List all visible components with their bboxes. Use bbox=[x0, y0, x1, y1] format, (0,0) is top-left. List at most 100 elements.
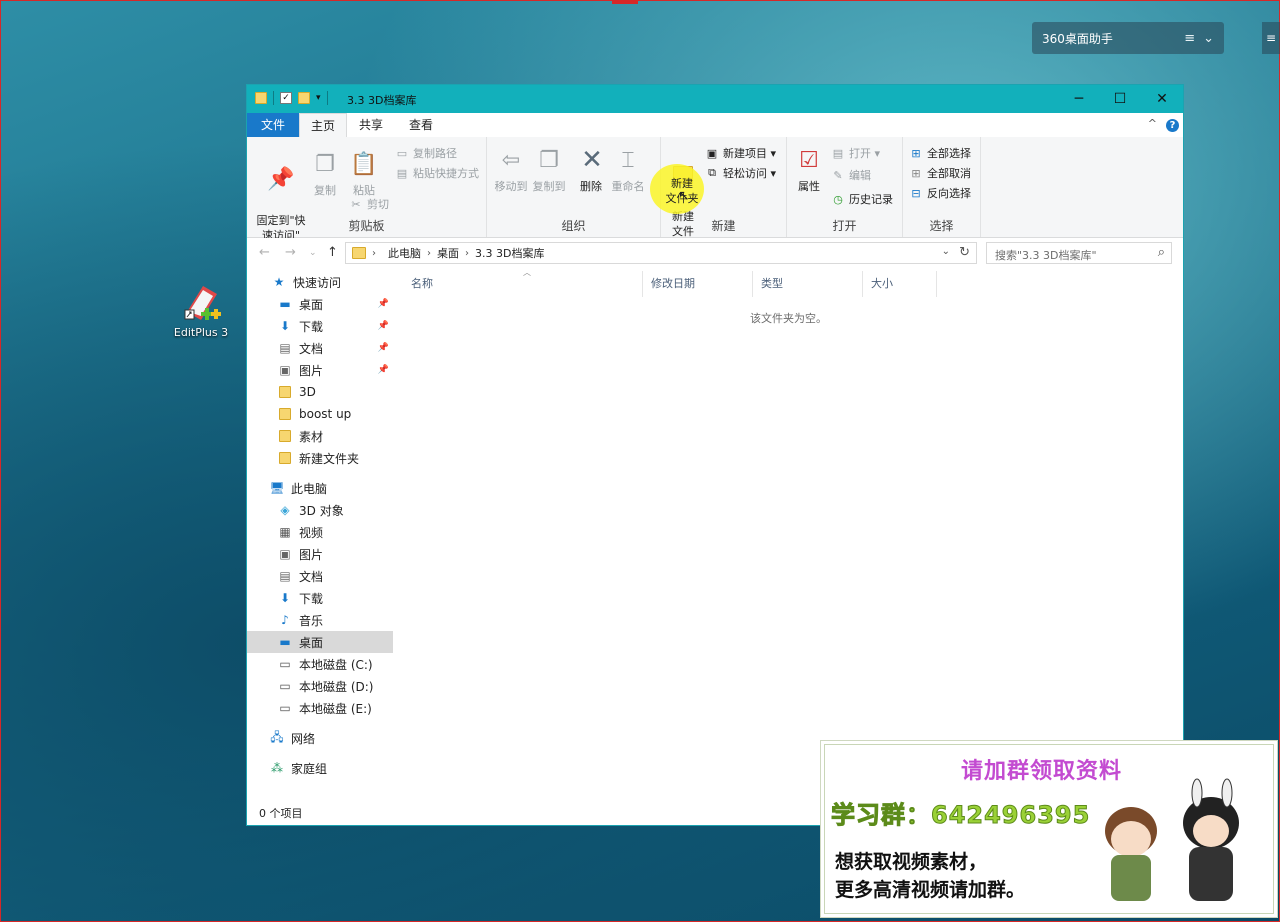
invert-selection-button[interactable]: ⊟ 反向选择 bbox=[909, 185, 971, 201]
nav-item-documents-pc[interactable]: ▤ 文档 bbox=[247, 565, 393, 587]
address-bar[interactable]: › 此电脑 › 桌面 › 3.3 3D档案库 ⌄ ↻ bbox=[345, 242, 977, 264]
column-name[interactable]: 名称 bbox=[403, 271, 643, 297]
copy-path-button[interactable]: ▭ 复制路径 bbox=[395, 145, 457, 161]
nav-label: 音乐 bbox=[299, 613, 324, 628]
copy-path-label: 复制路径 bbox=[413, 147, 457, 160]
nav-item-pictures-pc[interactable]: ▣ 图片 bbox=[247, 543, 393, 565]
nav-item-desktop[interactable]: ▬ 桌面 📌 bbox=[247, 293, 393, 315]
nav-item-pictures[interactable]: ▣ 图片 📌 bbox=[247, 359, 393, 381]
breadcrumb-desktop[interactable]: 桌面 bbox=[437, 245, 459, 261]
nav-item-downloads-pc[interactable]: ⬇ 下载 bbox=[247, 587, 393, 609]
column-headers: ︿ 名称 修改日期 类型 大小 bbox=[393, 268, 1183, 297]
edge-menu-icon[interactable]: ≡ bbox=[1262, 22, 1280, 54]
column-size[interactable]: 大小 bbox=[863, 271, 937, 297]
desktop-icon-editplus[interactable]: EditPlus 3 bbox=[170, 282, 232, 339]
close-button[interactable]: ✕ bbox=[1140, 85, 1184, 113]
download-icon: ⬇ bbox=[279, 319, 291, 333]
nav-network[interactable]: 🖧 网络 bbox=[247, 727, 393, 749]
paste-shortcut-button[interactable]: ▤ 粘贴快捷方式 bbox=[395, 165, 479, 181]
open-icon: ▤ bbox=[832, 146, 844, 160]
drive-icon: ▭ bbox=[279, 657, 291, 671]
search-placeholder: 搜索"3.3 3D档案库" bbox=[995, 249, 1097, 262]
tab-view[interactable]: 查看 bbox=[397, 113, 445, 137]
new-folder-qat-icon[interactable] bbox=[298, 92, 310, 104]
refresh-icon[interactable]: ↻ bbox=[959, 245, 970, 260]
nav-item-videos[interactable]: ▦ 视频 bbox=[247, 521, 393, 543]
address-dropdown-icon[interactable]: ⌄ bbox=[942, 246, 950, 257]
copy-to-button[interactable]: ❐ 复制到 bbox=[531, 145, 567, 194]
column-type[interactable]: 类型 bbox=[753, 271, 863, 297]
promo-line-2: 更多高清视频请加群。 bbox=[835, 879, 1026, 901]
tab-home[interactable]: 主页 bbox=[299, 113, 347, 138]
maximize-button[interactable]: ☐ bbox=[1098, 85, 1142, 113]
collapse-ribbon-icon[interactable]: ^ bbox=[1148, 117, 1157, 130]
easy-access-icon: ⧉ bbox=[708, 166, 716, 179]
chevron-down-icon[interactable]: ⌄ bbox=[1203, 31, 1214, 46]
nav-label: 家庭组 bbox=[291, 761, 328, 776]
copy-to-icon: ❐ bbox=[539, 147, 559, 173]
nav-item-boost-up[interactable]: boost up bbox=[247, 403, 393, 425]
open-label: 打开 ▾ bbox=[849, 147, 881, 160]
desktop-helper-widget[interactable]: 360桌面助手 ≡ ⌄ bbox=[1032, 22, 1224, 54]
nav-item-desktop-pc[interactable]: ▬ 桌面 bbox=[247, 631, 393, 653]
history-button[interactable]: ◷ 历史记录 bbox=[831, 191, 893, 207]
cut-label: 剪切 bbox=[367, 198, 389, 211]
delete-button[interactable]: ✕ 删除 bbox=[577, 145, 605, 194]
forward-icon[interactable]: → bbox=[285, 245, 296, 260]
menu-icon[interactable]: ≡ bbox=[1184, 31, 1195, 46]
minimize-button[interactable]: ─ bbox=[1057, 85, 1101, 113]
nav-item-drive-d[interactable]: ▭ 本地磁盘 (D:) bbox=[247, 675, 393, 697]
new-item-button[interactable]: ▣ 新建项目 ▾ bbox=[705, 145, 776, 161]
select-all-icon: ⊞ bbox=[911, 146, 921, 160]
properties-icon: ☑ bbox=[799, 147, 819, 173]
help-icon[interactable]: ? bbox=[1166, 119, 1179, 132]
select-none-button[interactable]: ⊞ 全部取消 bbox=[909, 165, 971, 181]
title-bar[interactable]: ✓ ▾ 3.3 3D档案库 ─ ☐ ✕ bbox=[247, 85, 1183, 113]
computer-icon: 🖥 bbox=[269, 481, 285, 495]
nav-label: 下载 bbox=[299, 591, 324, 606]
rename-button[interactable]: ⌶ 重命名 bbox=[609, 145, 647, 194]
column-date-modified[interactable]: 修改日期 bbox=[643, 271, 753, 297]
pin-icon: 📌 bbox=[377, 343, 389, 353]
breadcrumb-current[interactable]: 3.3 3D档案库 bbox=[475, 245, 544, 261]
properties-button[interactable]: ☑ 属性 bbox=[793, 145, 825, 194]
open-button[interactable]: ▤ 打开 ▾ bbox=[831, 145, 880, 161]
nav-homegroup[interactable]: ⁂ 家庭组 bbox=[247, 757, 393, 779]
back-icon[interactable]: ← bbox=[259, 245, 270, 260]
select-all-button[interactable]: ⊞ 全部选择 bbox=[909, 145, 971, 161]
promo-group-number: 学习群：642496395 bbox=[830, 801, 1091, 830]
group-label-new: 新建 bbox=[711, 219, 736, 233]
cut-button[interactable]: ✂ 剪切 bbox=[349, 196, 389, 212]
nav-item-drive-c[interactable]: ▭ 本地磁盘 (C:) bbox=[247, 653, 393, 675]
pin-icon: 📌 bbox=[377, 365, 389, 375]
nav-item-new-folder[interactable]: 新建文件夹 bbox=[247, 447, 393, 469]
breadcrumb-this-pc[interactable]: 此电脑 bbox=[388, 245, 421, 261]
nav-item-music[interactable]: ♪ 音乐 bbox=[247, 609, 393, 631]
nav-item-documents[interactable]: ▤ 文档 📌 bbox=[247, 337, 393, 359]
nav-this-pc[interactable]: 🖥 此电脑 bbox=[247, 477, 393, 499]
nav-label: 3D bbox=[299, 385, 316, 399]
move-to-button[interactable]: ⇦ 移动到 bbox=[493, 145, 529, 194]
copy-button[interactable]: ❐ 复制 bbox=[309, 149, 341, 198]
nav-item-3d-objects[interactable]: ◈ 3D 对象 bbox=[247, 499, 393, 521]
nav-item-3d[interactable]: 3D bbox=[247, 381, 393, 403]
nav-quick-access[interactable]: ★ 快速访问 bbox=[247, 271, 393, 293]
nav-label: 素材 bbox=[299, 429, 324, 444]
customize-qat-icon[interactable]: ▾ bbox=[316, 93, 321, 103]
search-input[interactable]: 搜索"3.3 3D档案库" ⌕ bbox=[986, 242, 1172, 264]
status-bar-item-count: 0 个项目 bbox=[259, 807, 303, 820]
nav-label: 文档 bbox=[299, 341, 324, 356]
tab-share[interactable]: 共享 bbox=[347, 113, 395, 137]
nav-item-drive-e[interactable]: ▭ 本地磁盘 (E:) bbox=[247, 697, 393, 719]
nav-item-downloads[interactable]: ⬇ 下载 📌 bbox=[247, 315, 393, 337]
nav-item-materials[interactable]: 素材 bbox=[247, 425, 393, 447]
folder-icon bbox=[277, 407, 293, 421]
editplus-icon bbox=[181, 282, 221, 322]
easy-access-button[interactable]: ⧉ 轻松访问 ▾ bbox=[705, 165, 776, 181]
properties-qat-icon[interactable]: ✓ bbox=[280, 92, 292, 104]
paste-button[interactable]: 📋 粘贴 bbox=[347, 149, 381, 198]
recent-locations-icon[interactable]: ⌄ bbox=[309, 248, 317, 258]
up-icon[interactable]: ↑ bbox=[327, 245, 338, 260]
tab-file[interactable]: 文件 bbox=[247, 113, 299, 137]
edit-button[interactable]: ✎ 编辑 bbox=[831, 167, 871, 183]
